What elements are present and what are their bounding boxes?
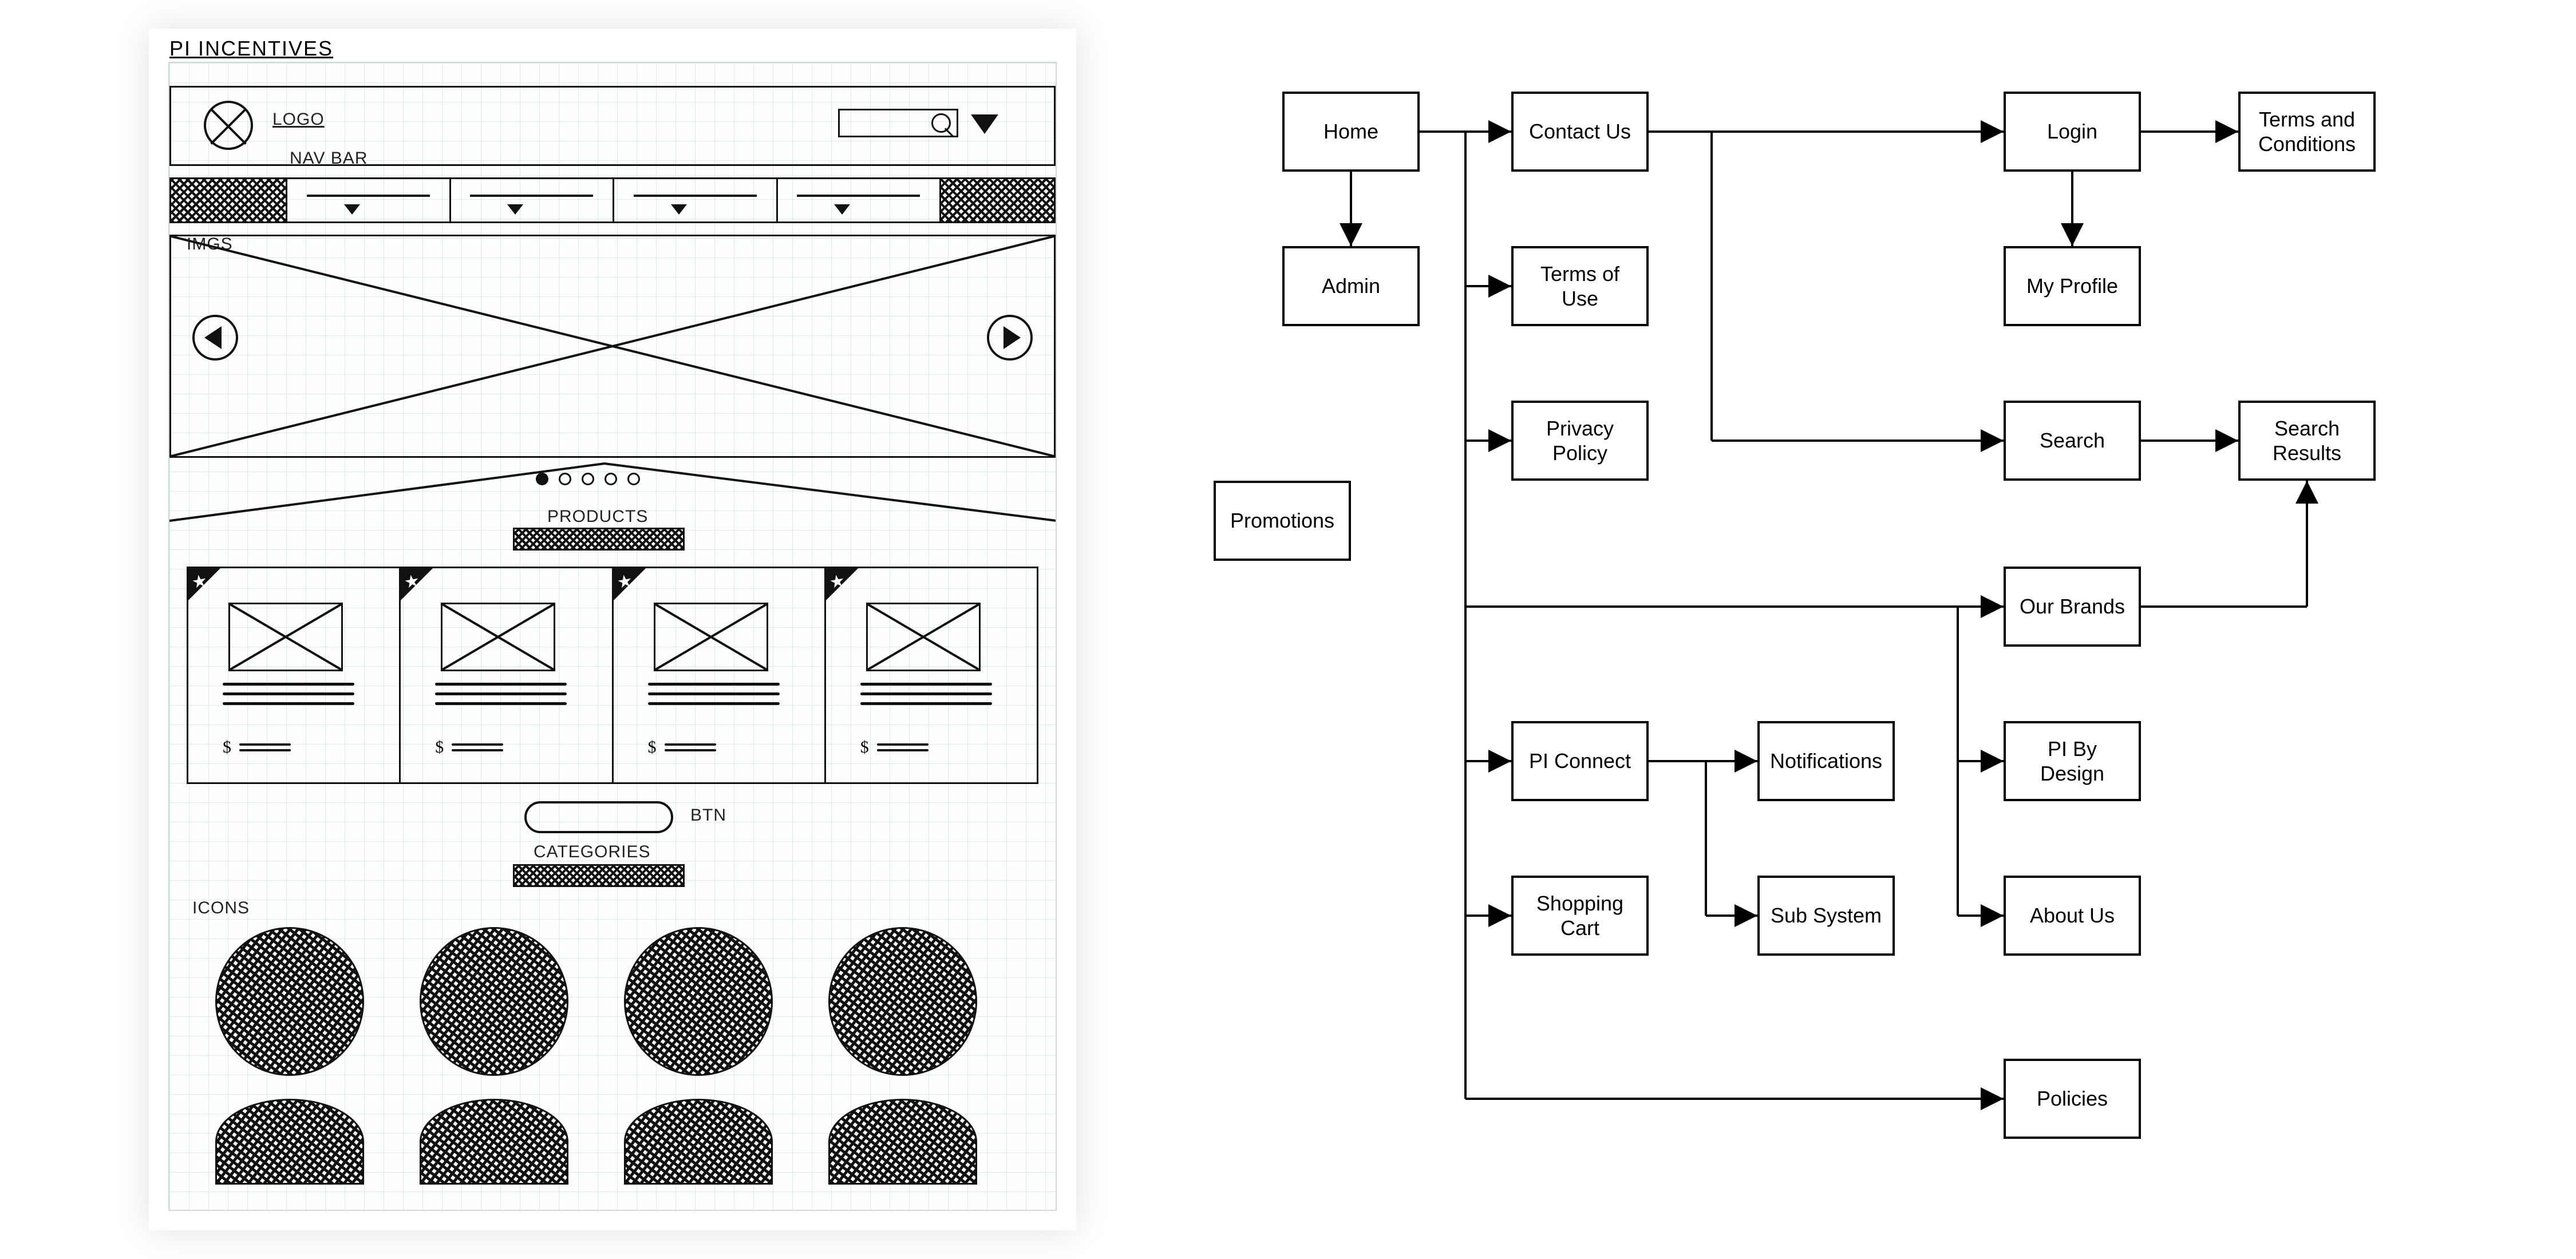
nav-item-1 [286, 179, 449, 221]
node-piconnect: PI Connect [1511, 721, 1649, 801]
carousel-prev-icon [192, 315, 238, 361]
hero-x-icon [171, 236, 1054, 456]
pager-dot-active [536, 473, 548, 485]
product-card: ★ $ [612, 568, 824, 782]
card-price: $ [648, 738, 716, 757]
btn-pill [524, 801, 673, 833]
carousel-next-icon [987, 315, 1033, 361]
node-brands: Our Brands [2004, 567, 2141, 647]
dropdown-caret-icon [971, 114, 998, 134]
wireframe-sketch: PI INCENTIVES LOGO NAV BAR IMGS [149, 29, 1076, 1230]
nav-hatch-right [939, 179, 1054, 221]
icons-label: ICONS [192, 898, 250, 918]
star-icon: ★ [828, 571, 847, 593]
category-circle-icon [215, 927, 364, 1076]
graph-paper: LOGO NAV BAR IMGS [169, 63, 1056, 1210]
node-search: Search [2004, 401, 2141, 481]
sketch-title: PI INCENTIVES [169, 37, 333, 61]
navbar-label: NAV BAR [290, 149, 368, 168]
pager-dot [627, 473, 640, 485]
category-circle-icon [828, 927, 977, 1076]
search-input-sketch [838, 109, 958, 137]
btn-label: BTN [690, 806, 726, 825]
products-heading-rect [513, 528, 685, 551]
node-admin: Admin [1282, 246, 1420, 326]
pager-dot [605, 473, 617, 485]
card-text-lines [435, 683, 567, 705]
node-privacy: Privacy Policy [1511, 401, 1649, 481]
node-tandc: Terms and Conditions [2238, 92, 2376, 172]
pager-dot [559, 473, 571, 485]
card-text-lines [860, 683, 992, 705]
card-image-placeholder [866, 603, 981, 671]
sitemap-flow: Home Admin Promotions Contact Us Terms o… [1214, 74, 2496, 1190]
price-symbol: $ [435, 738, 444, 757]
node-terms-use: Terms of Use [1511, 246, 1649, 326]
logo-icon [204, 101, 253, 150]
category-circle-icon [420, 927, 568, 1076]
node-cart: Shopping Cart [1511, 876, 1649, 956]
card-price: $ [860, 738, 929, 757]
node-notify: Notifications [1757, 721, 1895, 801]
price-symbol: $ [860, 738, 869, 757]
card-price: $ [223, 738, 291, 757]
category-circle-icon [420, 1099, 568, 1185]
categories-label: CATEGORIES [534, 842, 650, 862]
nav-strip [169, 177, 1056, 223]
pager-dots [536, 473, 640, 485]
node-login: Login [2004, 92, 2141, 172]
card-image-placeholder [441, 603, 555, 671]
nav-item-4 [776, 179, 940, 221]
hero-image-placeholder [169, 235, 1056, 458]
card-text-lines [648, 683, 780, 705]
star-icon: ★ [615, 571, 634, 593]
nav-item-3 [613, 179, 776, 221]
node-profile: My Profile [2004, 246, 2141, 326]
node-promotions: Promotions [1214, 481, 1351, 561]
search-icon [931, 113, 951, 133]
price-symbol: $ [648, 738, 657, 757]
category-circle-icon [828, 1099, 977, 1185]
card-image-placeholder [654, 603, 768, 671]
node-home: Home [1282, 92, 1420, 172]
node-policies: Policies [2004, 1059, 2141, 1139]
logo-label: LOGO [272, 110, 325, 129]
product-card: ★ $ [399, 568, 611, 782]
flow-connectors [1214, 74, 2496, 1190]
node-about: About Us [2004, 876, 2141, 956]
products-label: PRODUCTS [547, 507, 648, 526]
star-icon: ★ [190, 571, 209, 593]
category-circle-icon [624, 927, 773, 1076]
product-card: ★ $ [188, 568, 399, 782]
category-grid [215, 927, 1010, 1185]
product-cards: ★ $ ★ $ [187, 567, 1038, 784]
category-circle-icon [215, 1099, 364, 1185]
pager-dot [582, 473, 594, 485]
card-image-placeholder [228, 603, 343, 671]
card-price: $ [435, 738, 503, 757]
node-contact: Contact Us [1511, 92, 1649, 172]
nav-item-2 [449, 179, 613, 221]
price-symbol: $ [223, 738, 231, 757]
category-circle-icon [624, 1099, 773, 1185]
node-pibdesign: PI By Design [2004, 721, 2141, 801]
categories-heading-rect [513, 864, 685, 887]
node-sresults: Search Results [2238, 401, 2376, 481]
nav-hatch-left [171, 179, 286, 221]
product-card: ★ $ [824, 568, 1037, 782]
card-text-lines [223, 683, 354, 705]
node-subsystem: Sub System [1757, 876, 1895, 956]
